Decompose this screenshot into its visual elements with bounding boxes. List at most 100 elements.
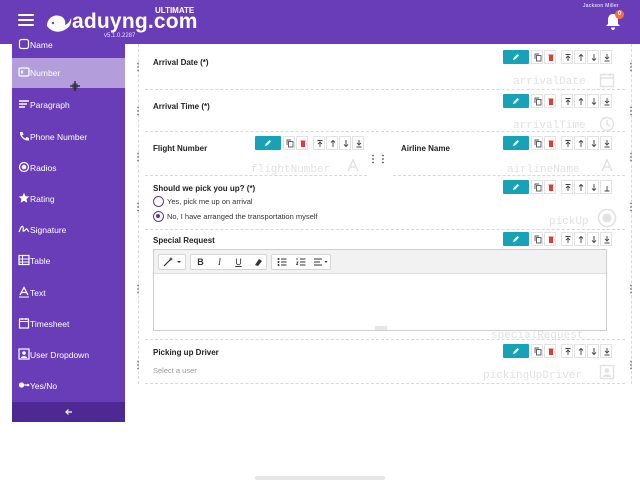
sidebar-item-signature[interactable]: Signature: [12, 215, 125, 245]
row-drag-handle-icon[interactable]: [629, 360, 633, 370]
collapse-sidebar-button[interactable]: [12, 402, 125, 422]
edit-button[interactable]: [503, 344, 529, 358]
row-drag-handle-icon[interactable]: [629, 152, 633, 162]
move-down-button[interactable]: [587, 180, 599, 194]
column-drag-handle-icon[interactable]: [381, 154, 385, 164]
underline-button[interactable]: U: [229, 255, 248, 269]
row-drag-handle-icon[interactable]: [136, 284, 140, 294]
move-bottom-button[interactable]: [600, 232, 612, 246]
move-up-button[interactable]: [574, 232, 586, 246]
move-top-button[interactable]: [561, 180, 573, 194]
move-top-button[interactable]: [561, 136, 573, 150]
paragraph-icon: [19, 100, 29, 108]
move-down-button[interactable]: [587, 136, 599, 150]
edit-button[interactable]: [503, 50, 529, 64]
user-select-dropdown[interactable]: Select a user: [153, 366, 353, 380]
move-bottom-button[interactable]: [600, 344, 612, 358]
move-up-button[interactable]: [574, 344, 586, 358]
move-up-button[interactable]: [574, 94, 586, 108]
row-drag-handle-icon[interactable]: [136, 106, 140, 116]
column-drag-handle-icon[interactable]: [371, 154, 375, 164]
move-top-button[interactable]: [313, 136, 325, 150]
copy-button[interactable]: [531, 232, 543, 246]
row-drag-handle-icon[interactable]: [629, 62, 633, 72]
move-down-button[interactable]: [587, 232, 599, 246]
delete-button[interactable]: [544, 94, 556, 108]
move-top-button[interactable]: [561, 232, 573, 246]
sidebar-item-text[interactable]: Text: [12, 278, 125, 308]
sidebar-item-name[interactable]: Name: [12, 30, 125, 60]
edit-button[interactable]: [503, 136, 529, 150]
move-bottom-button[interactable]: [600, 180, 612, 194]
radio-button[interactable]: [153, 196, 164, 207]
delete-button[interactable]: [544, 50, 556, 64]
magic-style-button[interactable]: [159, 255, 185, 269]
delete-button[interactable]: [296, 136, 308, 150]
move-down-button[interactable]: [587, 50, 599, 64]
move-up-button[interactable]: [574, 50, 586, 64]
editor-content-area[interactable]: [154, 274, 606, 326]
copy-button[interactable]: [531, 344, 543, 358]
radio-button-checked[interactable]: [153, 211, 164, 222]
move-top-button[interactable]: [561, 50, 573, 64]
form-field-arrival-time[interactable]: Arrival Time (*) arrivalTime: [145, 92, 625, 132]
move-bottom-button[interactable]: [600, 136, 612, 150]
sidebar-item-paragraph[interactable]: Paragraph: [12, 90, 125, 120]
sidebar-item-rating[interactable]: Rating: [12, 184, 125, 214]
align-left-icon: [313, 258, 327, 266]
copy-button[interactable]: [531, 136, 543, 150]
move-down-button[interactable]: [587, 344, 599, 358]
row-drag-handle-icon[interactable]: [136, 62, 140, 72]
edit-button[interactable]: [503, 94, 529, 108]
edit-button[interactable]: [255, 136, 281, 150]
form-field-arrival-date[interactable]: Arrival Date (*) arrivalDate: [145, 48, 625, 90]
row-drag-handle-icon[interactable]: [136, 202, 140, 212]
edit-button[interactable]: [503, 232, 529, 246]
move-up-button[interactable]: [326, 136, 338, 150]
bullet-list-button[interactable]: [272, 255, 291, 269]
align-dropdown-button[interactable]: [310, 255, 331, 269]
move-top-button[interactable]: [561, 94, 573, 108]
delete-button[interactable]: [544, 136, 556, 150]
form-field-pick-up[interactable]: Should we pick you up? (*) Yes, pick me …: [145, 178, 625, 230]
bold-button[interactable]: B: [191, 255, 210, 269]
form-field-flight-number[interactable]: Flight Number flightNumber: [145, 134, 367, 176]
move-down-button[interactable]: [339, 136, 351, 150]
menu-icon[interactable]: [18, 14, 34, 28]
delete-button[interactable]: [544, 344, 556, 358]
row-drag-handle-icon[interactable]: [629, 202, 633, 212]
form-field-airline-name[interactable]: Airline Name airlineName: [393, 134, 625, 176]
row-drag-handle-icon[interactable]: [136, 152, 140, 162]
sidebar-item-yes-no[interactable]: Yes/No: [12, 371, 125, 401]
italic-button[interactable]: I: [210, 255, 229, 269]
move-up-button[interactable]: [574, 180, 586, 194]
sidebar-item-phone-number[interactable]: Phone Number: [12, 122, 125, 152]
sidebar-item-timesheet[interactable]: Timesheet: [12, 309, 125, 339]
move-top-button[interactable]: [561, 344, 573, 358]
move-bottom-button[interactable]: [352, 136, 364, 150]
copy-button[interactable]: [531, 50, 543, 64]
user-name[interactable]: Jackson Miller: [583, 3, 619, 9]
user-dropdown-icon: [599, 364, 615, 380]
sidebar-item-table[interactable]: Table: [12, 246, 125, 276]
sidebar-item-user-dropdown[interactable]: User Dropdown: [12, 340, 125, 370]
delete-button[interactable]: [544, 232, 556, 246]
row-drag-handle-icon[interactable]: [629, 106, 633, 116]
copy-button[interactable]: [531, 94, 543, 108]
edit-button[interactable]: [503, 180, 529, 194]
move-down-button[interactable]: [587, 94, 599, 108]
clear-format-button[interactable]: [248, 255, 267, 269]
resize-handle-icon[interactable]: [375, 326, 387, 330]
move-bottom-button[interactable]: [600, 50, 612, 64]
delete-button[interactable]: [544, 180, 556, 194]
copy-button[interactable]: [531, 180, 543, 194]
row-drag-handle-icon[interactable]: [629, 284, 633, 294]
move-bottom-button[interactable]: [600, 94, 612, 108]
sidebar-item-radios[interactable]: Radios: [12, 153, 125, 183]
numbered-list-button[interactable]: [291, 255, 310, 269]
sidebar-item-number[interactable]: Number: [12, 58, 125, 91]
copy-button[interactable]: [283, 136, 295, 150]
move-up-button[interactable]: [574, 136, 586, 150]
sidebar-item-label: Table: [30, 256, 51, 266]
row-drag-handle-icon[interactable]: [136, 360, 140, 370]
